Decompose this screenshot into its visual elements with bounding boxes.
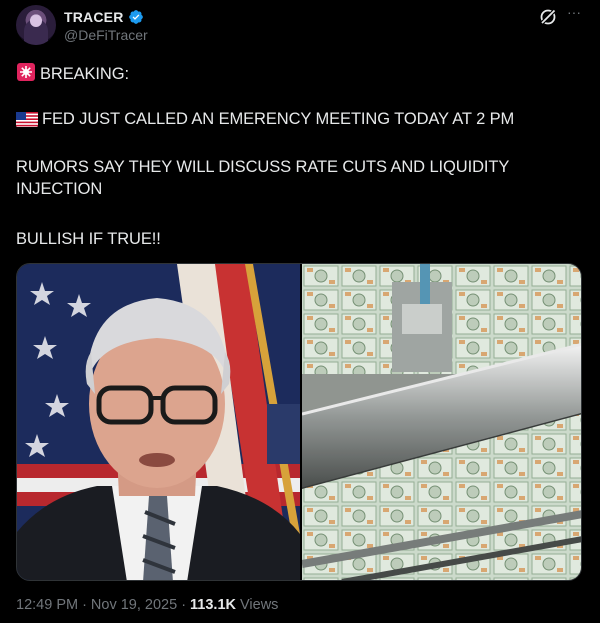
post-time[interactable]: 12:49 PM [16, 597, 78, 613]
meta-separator: · [82, 597, 87, 613]
post-text-breaking: BREAKING: [16, 62, 584, 85]
post-text-rumors: RUMORS SAY THEY WILL DISCUSS RATE CUTS A… [16, 158, 509, 198]
more-options-icon[interactable]: ··· [564, 5, 584, 25]
headline-text: FED JUST CALLED AN EMERENCY MEETING TODA… [42, 110, 515, 128]
post-date[interactable]: Nov 19, 2025 [91, 597, 177, 613]
post-text-headline: FED JUST CALLED AN EMERENCY MEETING TODA… [16, 108, 584, 130]
author-display-name[interactable]: TRACER [64, 9, 124, 25]
post-text-bullish: BULLISH IF TRUE!! [16, 230, 161, 248]
author-name-row[interactable]: TRACER [64, 9, 144, 25]
views-count[interactable]: 113.1K [190, 597, 236, 613]
rotating-light-icon [17, 63, 35, 81]
views-label: Views [240, 597, 279, 613]
meta-separator-2: · [181, 597, 187, 613]
post-meta: 12:49 PM · Nov 19, 2025 · 113.1K Views [16, 597, 278, 613]
portrait-illustration [17, 264, 300, 580]
post-media[interactable] [16, 263, 582, 581]
verified-badge-icon [128, 10, 143, 24]
author-avatar[interactable] [16, 5, 56, 45]
money-printing-press-photo[interactable] [302, 264, 581, 580]
us-flag-icon [16, 112, 38, 127]
breaking-label: BREAKING: [40, 65, 129, 83]
money-press-illustration [302, 264, 581, 580]
author-handle[interactable]: @DeFiTracer [64, 27, 148, 43]
man-speaking-at-podium-photo[interactable] [17, 264, 300, 580]
grok-icon[interactable] [538, 7, 558, 27]
post-header: TRACER @DeFiTracer ··· [16, 5, 584, 47]
